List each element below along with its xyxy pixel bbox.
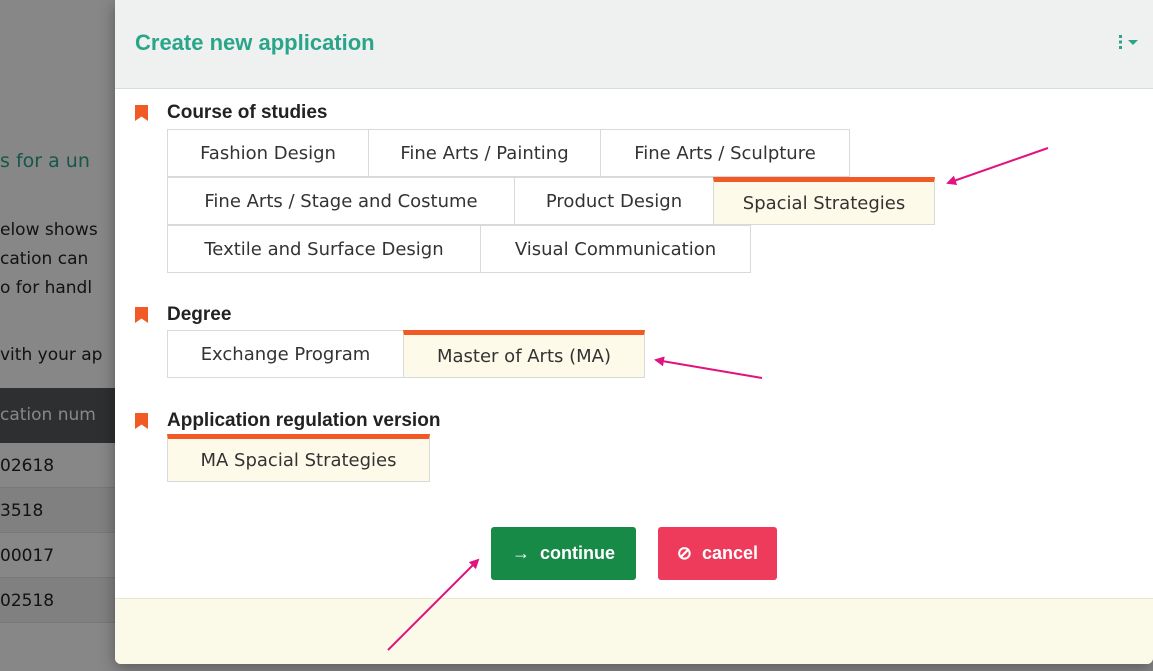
course-of-studies-label-text: Course of studies [167,102,328,123]
degree-label: Degree [135,303,231,327]
option-product-design[interactable]: Product Design [514,177,714,225]
course-options-row: Fine Arts / Stage and Costume Product De… [167,177,935,225]
continue-button-label: continue [540,543,615,563]
cancel-button[interactable]: ⊘ cancel [658,527,777,580]
create-application-modal: Create new application Course of studies… [115,0,1153,664]
option-exchange-program[interactable]: Exchange Program [167,330,404,378]
option-ma-spacial-strategies[interactable]: MA Spacial Strategies [167,434,430,482]
option-fine-arts-sculpture[interactable]: Fine Arts / Sculpture [600,129,850,177]
option-textile-and-surface-design[interactable]: Textile and Surface Design [167,225,481,273]
modal-title: Create new application [135,30,375,55]
option-fine-arts-painting[interactable]: Fine Arts / Painting [368,129,601,177]
regulation-options-row: MA Spacial Strategies [167,434,430,482]
bookmark-icon [135,413,148,429]
more-vertical-dropdown-icon[interactable] [1117,34,1141,53]
cancel-circle-icon: ⊘ [676,543,693,563]
course-options-row: Fashion Design Fine Arts / Painting Fine… [167,129,850,177]
regulation-version-label-text: Application regulation version [167,410,441,431]
bookmark-icon [135,307,148,323]
option-visual-communication[interactable]: Visual Communication [480,225,751,273]
continue-button[interactable]: → continue [491,527,636,580]
option-spacial-strategies[interactable]: Spacial Strategies [713,177,935,225]
arrow-right-icon: → [512,543,530,563]
course-options-row: Textile and Surface Design Visual Commun… [167,225,751,273]
course-of-studies-label: Course of studies [135,101,327,125]
degree-label-text: Degree [167,304,232,325]
regulation-version-label: Application regulation version [135,409,440,433]
bookmark-icon [135,105,148,121]
option-fashion-design[interactable]: Fashion Design [167,129,369,177]
option-master-of-arts[interactable]: Master of Arts (MA) [403,330,645,378]
modal-header: Create new application [115,0,1153,89]
modal-footer [115,598,1153,664]
cancel-button-label: cancel [702,543,759,563]
option-fine-arts-stage-and-costume[interactable]: Fine Arts / Stage and Costume [167,177,515,225]
degree-options-row: Exchange Program Master of Arts (MA) [167,330,645,378]
